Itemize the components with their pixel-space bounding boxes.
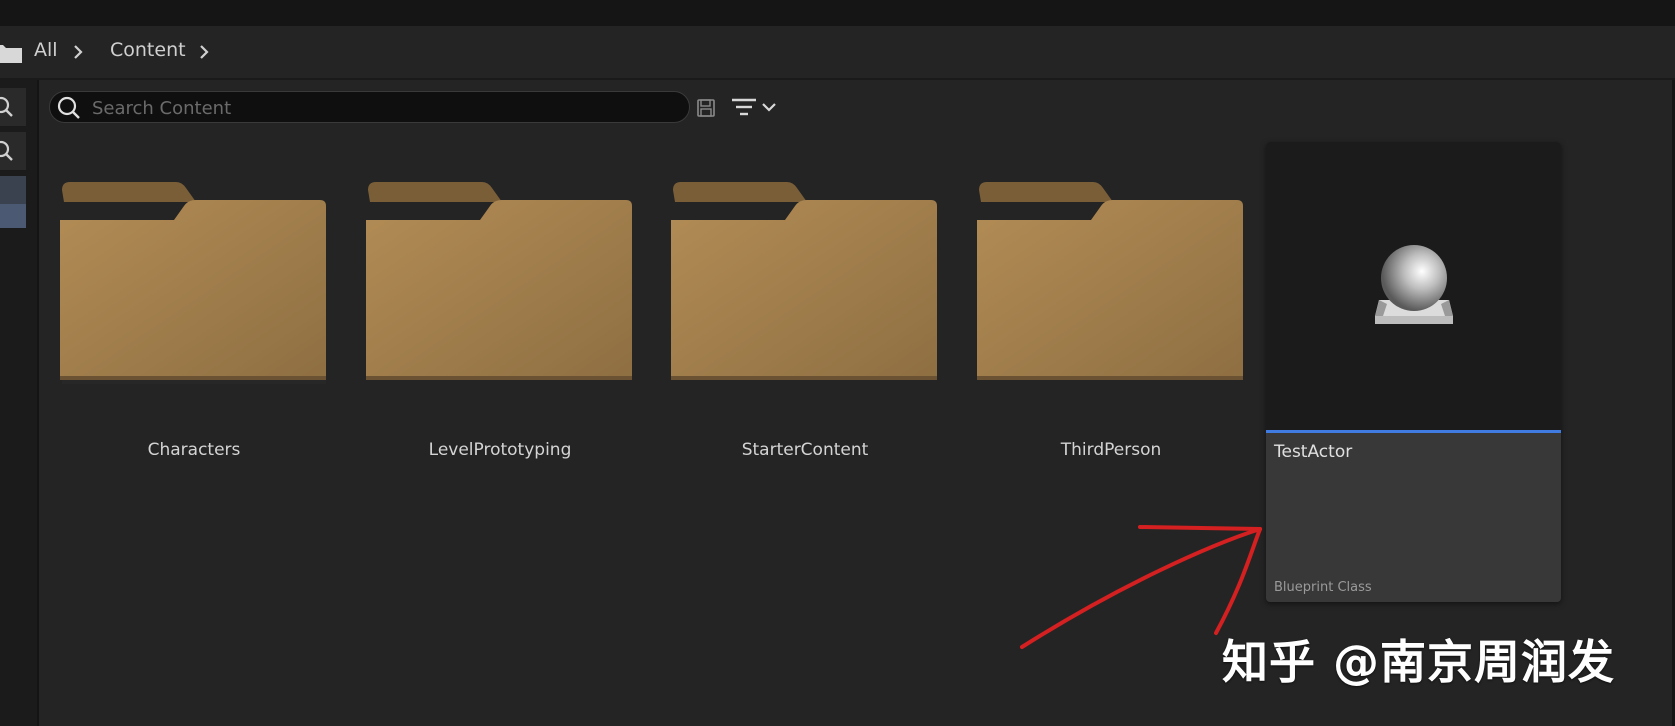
search-icon [0, 140, 13, 161]
breadcrumb-item-content[interactable]: Content [110, 39, 186, 61]
chevron-right-icon[interactable] [198, 44, 210, 60]
search-field[interactable] [49, 91, 690, 124]
watermark: 知乎 @南京周润发 [1222, 635, 1616, 689]
asset-tile[interactable]: TestActor Blueprint Class [1266, 142, 1561, 602]
title-strip [0, 0, 1675, 26]
chevron-right-icon[interactable] [72, 44, 84, 60]
search-icon [0, 96, 13, 117]
collections-search-tab[interactable] [0, 132, 26, 171]
folder-tile[interactable]: ThirdPerson [975, 176, 1247, 476]
folder-tile[interactable]: Characters [58, 176, 330, 476]
folder-icon [977, 182, 1243, 380]
content-browser: All Content Search Content Characters Le… [0, 0, 1675, 726]
folder-label: Characters [147, 440, 241, 460]
search-icon [57, 96, 80, 119]
actor-icon [1375, 245, 1453, 324]
folder-label: StarterContent [741, 440, 869, 460]
breadcrumb-item-all[interactable]: All [34, 39, 58, 61]
asset-thumbnail [1266, 142, 1561, 430]
folder-label: ThirdPerson [1060, 440, 1162, 460]
asset-name: TestActor [1274, 442, 1353, 462]
save-icon[interactable] [696, 98, 716, 118]
folder-icon [671, 182, 937, 380]
asset-type-color-bar [1266, 430, 1561, 433]
folder-tile[interactable]: LevelPrototyping [364, 176, 636, 476]
breadcrumb: All Content [0, 26, 1675, 80]
folder-label: LevelPrototyping [428, 440, 572, 460]
folder-icon [366, 182, 632, 380]
tree-item-content[interactable] [0, 204, 26, 229]
asset-type-label: Blueprint Class [1274, 580, 1372, 595]
sources-search-tab[interactable] [0, 88, 26, 127]
search-input[interactable] [90, 92, 684, 124]
folder-icon [60, 182, 326, 384]
tree-item-all[interactable] [0, 176, 26, 205]
filter-icon[interactable] [730, 96, 782, 120]
sources-panel [0, 80, 39, 726]
folder-tile[interactable]: StarterContent [669, 176, 941, 476]
folder-icon[interactable] [0, 43, 22, 63]
